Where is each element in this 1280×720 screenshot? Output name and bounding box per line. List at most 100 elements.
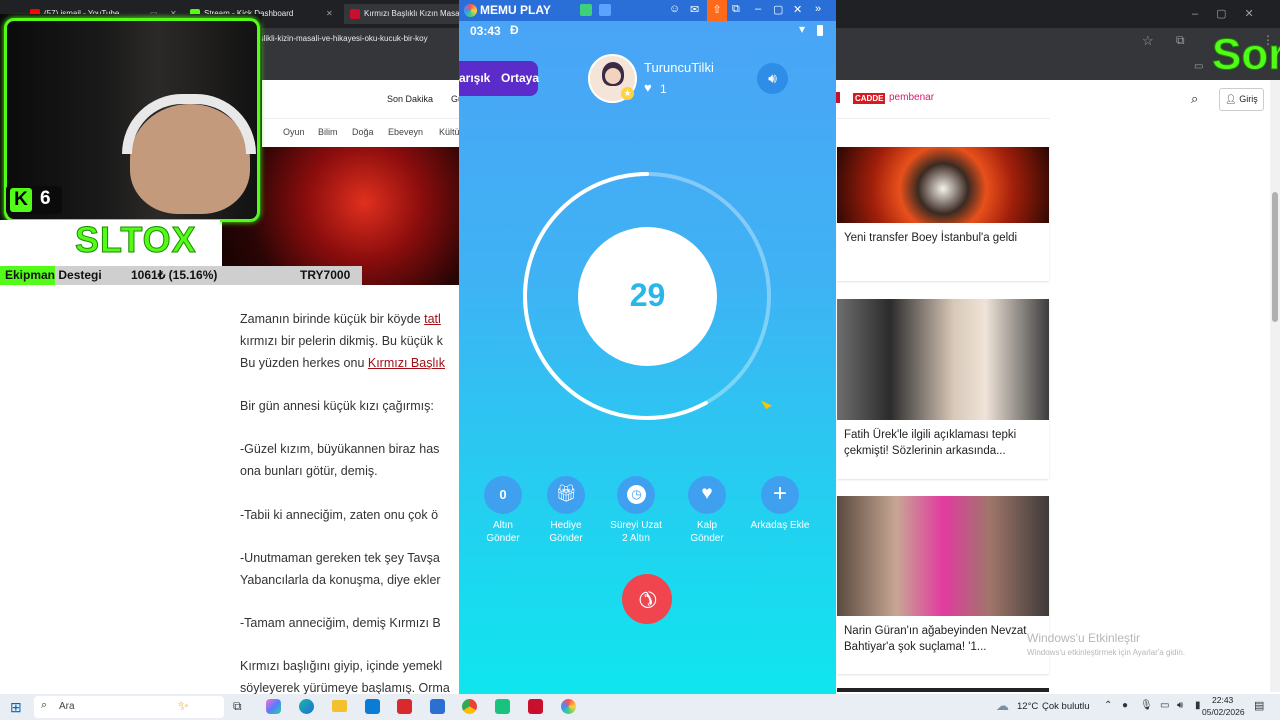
label-line: Süreyi Uzat	[610, 520, 662, 531]
category-oyun[interactable]: Oyun	[283, 127, 305, 137]
tab-close-icon[interactable]: ✕	[326, 4, 336, 24]
kick-logo-icon: K	[10, 188, 32, 212]
story-line: -Güzel kızım, büyükannen biraz has	[240, 442, 440, 456]
login-button[interactable]: 👤︎ Giriş	[1219, 88, 1264, 111]
profile-name[interactable]: TuruncuTilki	[644, 60, 714, 75]
category-doga[interactable]: Doğa	[352, 127, 374, 137]
news-thumbnail	[837, 147, 1049, 223]
user-icon[interactable]: ☺	[669, 3, 680, 15]
login-label: Giriş	[1239, 94, 1258, 104]
office-icon[interactable]	[397, 699, 412, 714]
app-icon[interactable]	[580, 4, 592, 16]
profile-avatar[interactable]: ★	[588, 54, 637, 103]
tab-active-story[interactable]: Kırmızı Başlıklı Kızın Masalı	[344, 4, 459, 24]
minimize-icon[interactable]: –	[755, 3, 761, 15]
windows-start-icon[interactable]: ⊞	[10, 699, 22, 716]
heart-icon: ♥	[644, 80, 652, 95]
tray-chevron-icon[interactable]: ⌃	[1104, 700, 1112, 711]
story-line: ona bunları götür, demiş.	[240, 464, 378, 478]
volume-icon[interactable]: 🔊︎	[1177, 700, 1183, 711]
sparkle-icon: ✨︎	[178, 698, 189, 713]
send-heart-button[interactable]: ♥	[688, 476, 726, 514]
mail-app-icon[interactable]	[430, 699, 445, 714]
category-ebeveyn[interactable]: Ebeveyn	[388, 127, 423, 137]
send-gold-button[interactable]: 0	[484, 476, 522, 514]
label-line: Gönder	[549, 533, 583, 544]
battery-tray-icon[interactable]: ▮	[1195, 700, 1201, 711]
window-controls-icon[interactable]: –▢✕	[1192, 4, 1272, 24]
search-icon[interactable]: ⌕	[1191, 91, 1198, 107]
news-card[interactable]: Narin Güran'ın ağabeyinden Nevzat Bahtiy…	[837, 496, 1049, 674]
send-gold-label: Altın Gönder	[468, 519, 538, 545]
battery-icon	[817, 25, 823, 36]
weather-cloud-icon: ☁	[996, 698, 1009, 713]
edge-icon[interactable]	[299, 699, 314, 714]
send-gift-button[interactable]: 🎁︎	[547, 476, 585, 514]
chrome-icon[interactable]	[462, 699, 477, 714]
app-icon[interactable]	[599, 4, 611, 16]
extensions-icon[interactable]: ⧉	[1176, 33, 1185, 48]
category-kultur[interactable]: Kültü	[439, 127, 460, 137]
pill-label: Ortaya	[501, 71, 540, 85]
bookmark-star-icon[interactable]: ☆	[1142, 33, 1154, 49]
copilot-icon[interactable]	[266, 699, 281, 714]
text: Zamanın birinde küçük bir köyde	[240, 312, 425, 326]
file-explorer-icon[interactable]	[332, 700, 347, 712]
maximize-icon[interactable]: ▢	[773, 3, 783, 16]
donation-goal-bar: Ekipman Destegi 1061₺ (15.16%) TRY7000	[0, 266, 362, 285]
upload-icon[interactable]: ⇧	[707, 0, 727, 21]
scrollbar-thumb[interactable]	[1272, 192, 1278, 322]
end-call-button[interactable]: ✆	[622, 574, 672, 624]
windows-activation-title: Windows'u Etkinleştir	[1027, 631, 1140, 645]
mail-icon[interactable]: ✉	[690, 3, 699, 16]
story-link[interactable]: Kırmızı Başlık	[368, 356, 445, 370]
store-icon[interactable]	[365, 699, 380, 714]
page-scrollbar[interactable]	[1270, 80, 1280, 692]
extend-time-label: Süreyi Uzat 2 Altın	[601, 519, 671, 545]
nav-son-dakika[interactable]: Son Dakika	[387, 94, 433, 104]
microphone-icon[interactable]: 🎙︎	[1140, 700, 1153, 711]
clock-time[interactable]: 22:43	[1212, 695, 1233, 705]
notifications-icon[interactable]: ▤	[1254, 699, 1264, 712]
star-badge-icon: ★	[621, 87, 634, 100]
add-friend-button[interactable]: +	[761, 476, 799, 514]
news-caption[interactable]: Yeni transfer Boey İstanbul'a geldi	[837, 223, 1049, 253]
task-view-icon[interactable]: ⧉	[233, 699, 242, 714]
memu-taskbar-icon[interactable]	[561, 699, 576, 714]
url-text[interactable]: -baslikli-kizin-masali-ve-hikayesi-oku-k…	[248, 34, 428, 43]
pembenar-logo[interactable]: pembenar	[889, 92, 934, 103]
news-caption[interactable]: Fatih Ürek'le ilgili açıklaması tepki çe…	[837, 420, 1049, 466]
user-icon: 👤︎	[1225, 94, 1240, 104]
folder-icon[interactable]: ▭	[1194, 61, 1203, 72]
news-caption[interactable]: Narin Güran'ın ağabeyinden Nevzat Bahtiy…	[837, 616, 1049, 662]
story-line: Zamanın birinde küçük bir köyde tatl	[240, 311, 441, 327]
app-icon[interactable]	[528, 699, 543, 714]
plus-icon: +	[772, 480, 787, 507]
weather-desc[interactable]: Çok bulutlu	[1042, 701, 1090, 712]
category-bilim[interactable]: Bilim	[318, 127, 338, 137]
sidebar-toggle-icon[interactable]: »	[815, 3, 821, 15]
weather-temp[interactable]: 12°C	[1017, 701, 1038, 712]
search-icon: ⌕	[41, 699, 48, 711]
close-icon[interactable]: ✕	[793, 3, 802, 16]
send-heart-label: Kalp Gönder	[672, 519, 742, 545]
avatar-face	[605, 68, 621, 84]
donation-goal: TRY7000	[300, 268, 351, 282]
heart-icon: ♥	[701, 483, 713, 504]
label-line: Gönder	[690, 533, 724, 544]
cadde-logo[interactable]: CADDE	[853, 93, 886, 104]
app-icon[interactable]	[495, 699, 510, 714]
search-placeholder: Ara	[59, 701, 75, 712]
story-link[interactable]: tatl	[424, 312, 441, 326]
screen-icon[interactable]: ⧉	[732, 3, 740, 16]
speaker-icon[interactable]: 🔊︎	[757, 63, 788, 94]
game-mode-pill[interactable]: arışık Ortaya	[459, 61, 540, 96]
extend-time-button[interactable]: ◷	[617, 476, 655, 514]
clock-date[interactable]: 05/02/2026	[1202, 707, 1245, 717]
news-card[interactable]: Fatih Ürek'le ilgili açıklaması tepki çe…	[837, 299, 1049, 479]
network-icon[interactable]: ▭	[1160, 700, 1169, 711]
taskbar-search[interactable]: ⌕ Ara ✨︎	[34, 696, 224, 718]
tray-app-icon[interactable]: ●	[1122, 700, 1128, 711]
news-card[interactable]: Yeni transfer Boey İstanbul'a geldi	[837, 147, 1049, 281]
timer-value: 29	[629, 277, 666, 313]
